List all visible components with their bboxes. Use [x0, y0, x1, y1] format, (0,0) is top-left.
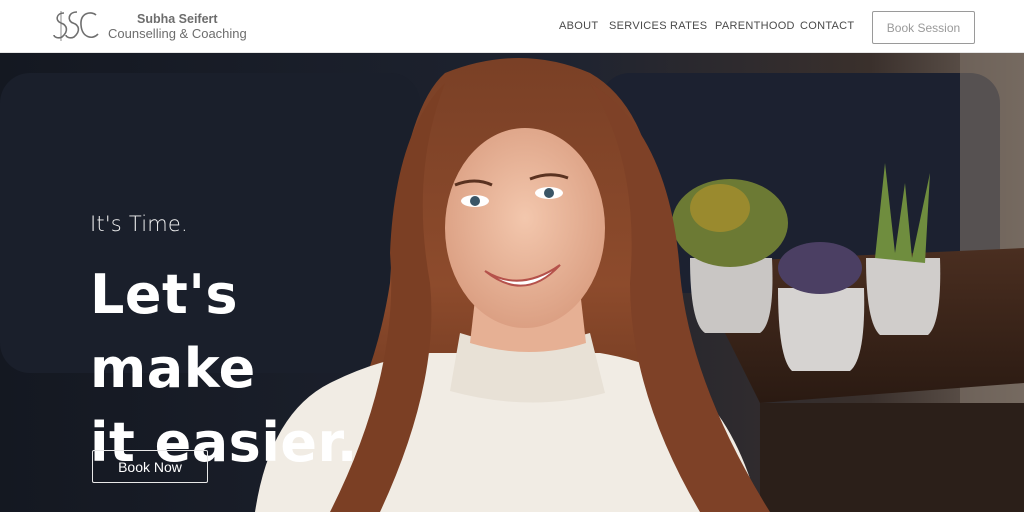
nav-item-contact[interactable]: CONTACT — [800, 20, 854, 32]
brand-tagline: Counselling & Coaching — [108, 26, 247, 41]
nav-item-services[interactable]: SERVICES — [609, 20, 667, 32]
brand-text: Subha Seifert Counselling & Coaching — [108, 12, 247, 41]
nav-item-rates[interactable]: RATES — [670, 20, 707, 32]
book-now-button[interactable]: Book Now — [92, 450, 208, 483]
brand-logo[interactable]: Subha Seifert Counselling & Coaching — [52, 7, 252, 47]
nav-item-about[interactable]: ABOUT — [559, 20, 598, 32]
hero-title-line1: Let's make — [90, 263, 256, 400]
site-header: Subha Seifert Counselling & Coaching ABO… — [0, 0, 1024, 53]
hero-title: Let's make it easier. — [90, 258, 410, 480]
hero-section: It's Time. Let's make it easier. Book No… — [0, 53, 1024, 512]
ssc-monogram-logo-icon — [53, 11, 99, 41]
page-bottom-strip — [0, 512, 1024, 516]
brand-name: Subha Seifert — [137, 12, 218, 26]
nav-item-parenthood[interactable]: PARENTHOOD — [715, 20, 795, 32]
book-session-button[interactable]: Book Session — [872, 11, 975, 44]
hero-eyebrow: It's Time. — [90, 212, 188, 236]
